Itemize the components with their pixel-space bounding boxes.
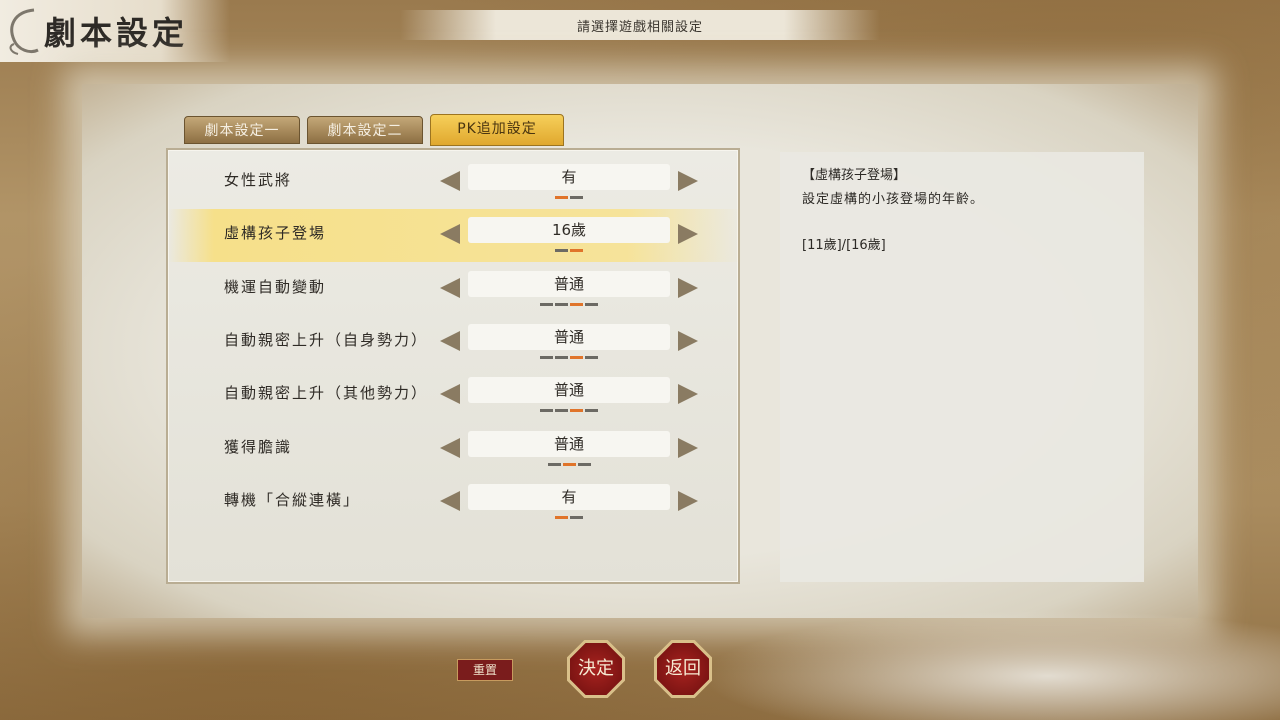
setting-label: 自動親密上升（自身勢力） (224, 330, 429, 349)
setting-label: 機運自動變動 (224, 277, 327, 296)
option-pip (585, 409, 598, 413)
option-pip-selected (570, 302, 583, 306)
option-pip-selected (570, 409, 583, 413)
option-indicator (468, 355, 670, 359)
confirm-button[interactable]: 決定 (567, 640, 625, 698)
settings-panel: 女性武將有虛構孩子登場 16歲 機運自動變動 普通 自動親密上升（自身勢力） 普通 自動親密… (166, 148, 742, 584)
setting-value: 有 (468, 164, 670, 190)
option-pip (570, 196, 583, 199)
option-indicator (468, 196, 670, 199)
description-options: [11歲]/[16歲] (802, 238, 886, 253)
setting-row[interactable]: 自動親密上升（自身勢力） 普通 (168, 316, 742, 369)
increase-arrow-icon[interactable] (678, 277, 698, 298)
option-indicator (468, 409, 670, 413)
decrease-arrow-icon[interactable] (440, 437, 460, 458)
option-pip (585, 355, 598, 359)
increase-arrow-icon[interactable] (678, 437, 698, 458)
option-pip-selected (555, 515, 568, 519)
setting-row[interactable]: 機運自動變動 普通 (168, 263, 742, 316)
setting-value: 普通 (468, 270, 670, 297)
option-pip (555, 249, 568, 253)
decrease-arrow-icon[interactable] (440, 277, 460, 298)
decrease-arrow-icon[interactable] (440, 384, 460, 405)
scroll-ornament-icon (9, 8, 39, 55)
page-subtitle: 請選擇遊戲相關設定 (576, 20, 703, 35)
option-pip (540, 355, 553, 359)
option-pip (585, 302, 598, 306)
back-button-label: 返回 (657, 643, 709, 695)
description-title: 【虛構孩子登場】 (802, 168, 907, 183)
tab-scenario-settings-2[interactable]: 劇本設定二 (307, 116, 423, 144)
option-indicator (468, 462, 670, 466)
setting-row[interactable]: 女性武將 有 (168, 156, 742, 209)
tab-pk-extra-settings[interactable]: PK追加設定 (430, 114, 564, 146)
back-button[interactable]: 返回 (654, 640, 712, 698)
decrease-arrow-icon[interactable] (440, 224, 460, 245)
option-pip (555, 355, 568, 359)
option-pip (547, 462, 561, 466)
option-pip-selected (570, 355, 583, 359)
setting-row[interactable]: 自動親密上升（其他勢力） 普通 (168, 369, 742, 422)
setting-label: 獲得膽識 (224, 437, 293, 456)
increase-arrow-icon[interactable] (678, 490, 698, 511)
setting-label: 自動親密上升（其他勢力） (224, 384, 429, 403)
title-banner: 劇本設定 (0, 0, 230, 62)
cloud-decoration (700, 610, 1280, 720)
setting-value: 普通 (468, 323, 670, 350)
option-indicator (468, 515, 670, 519)
setting-row[interactable]: 虛構孩子登場 16歲 (168, 209, 742, 263)
option-pip (555, 302, 568, 306)
decrease-arrow-icon[interactable] (440, 171, 460, 191)
increase-arrow-icon[interactable] (678, 171, 698, 191)
option-pip (540, 302, 553, 306)
page-title: 劇本設定 (44, 14, 189, 52)
increase-arrow-icon[interactable] (678, 330, 698, 351)
setting-value: 16歲 (468, 217, 670, 244)
option-indicator (468, 302, 670, 306)
setting-row[interactable]: 轉機「合縱連橫」 有 (168, 476, 742, 529)
option-pip-selected (555, 196, 568, 199)
increase-arrow-icon[interactable] (678, 384, 698, 405)
decrease-arrow-icon[interactable] (440, 490, 460, 511)
reset-button[interactable]: 重置 (457, 659, 513, 681)
setting-label: 虛構孩子登場 (224, 224, 327, 243)
setting-value: 普通 (468, 377, 670, 404)
decrease-arrow-icon[interactable] (440, 330, 460, 351)
setting-value: 普通 (468, 430, 670, 457)
increase-arrow-icon[interactable] (678, 224, 698, 245)
option-pip (570, 515, 583, 519)
setting-label: 轉機「合縱連橫」 (224, 490, 361, 509)
option-pip (577, 462, 591, 466)
description-text: 設定虛構的小孩登場的年齡。 (802, 192, 985, 207)
tab-scenario-settings-1[interactable]: 劇本設定一 (184, 116, 300, 144)
setting-row[interactable]: 獲得膽識 普通 (168, 423, 742, 476)
setting-label: 女性武將 (224, 171, 293, 189)
option-pip-selected (570, 249, 583, 253)
option-indicator (468, 249, 670, 253)
confirm-button-label: 決定 (570, 643, 622, 695)
option-pip-selected (562, 462, 576, 466)
option-pip (540, 409, 553, 413)
subtitle-bar: 請選擇遊戲相關設定 (400, 10, 880, 40)
option-pip (555, 409, 568, 413)
description-panel: 【虛構孩子登場】 設定虛構的小孩登場的年齡。 [11歲]/[16歲] (780, 152, 1144, 582)
setting-value: 有 (468, 483, 670, 510)
